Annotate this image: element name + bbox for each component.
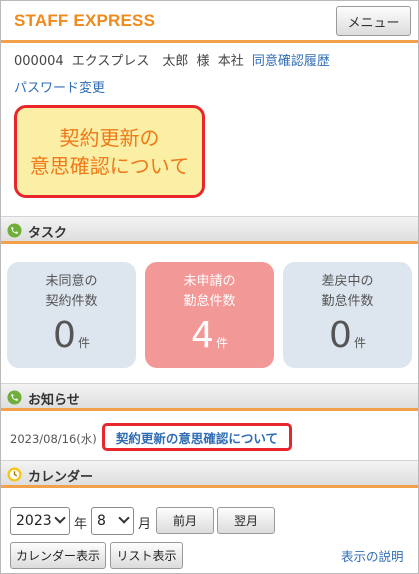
tasks-title: タスク	[28, 226, 68, 241]
banner-line-2: 意思確認について	[29, 153, 190, 178]
user-info: 000004 エクスプレス 太郎 様 本社 同意確認履歴	[14, 50, 334, 69]
card-label-1: 未同意の	[45, 274, 98, 289]
user-honorific: 様	[196, 54, 210, 69]
news-item: 2023/08/16(水) 契約更新の意思確認について	[1, 417, 418, 460]
list-view-button[interactable]: リスト表示	[110, 542, 183, 569]
user-id: 000004	[14, 54, 64, 69]
month-value: 8	[97, 513, 106, 529]
phone-leaf-icon	[7, 223, 22, 238]
user-branch: 本社	[217, 54, 244, 69]
menu-button[interactable]: メニュー	[336, 6, 411, 36]
task-cards: 未同意の 契約件数 0件 未申請の 勤怠件数 4件 差戻中の 勤怠件数 0件	[1, 249, 418, 381]
contract-renewal-banner[interactable]: 契約更新の 意思確認について	[14, 105, 205, 198]
card-label-2: 勤怠件数	[321, 294, 374, 309]
task-card-unsubmitted-attendance[interactable]: 未申請の勤怠件数 4件	[145, 262, 274, 368]
chevron-down-icon	[54, 512, 66, 524]
card-unit: 件	[353, 336, 366, 350]
app-logo[interactable]: STAFF EXPRESS	[14, 11, 155, 31]
task-card-returned-attendance[interactable]: 差戻中の勤怠件数 0件	[283, 262, 412, 368]
display-help-link[interactable]: 表示の説明	[341, 546, 404, 565]
phone-leaf-icon	[7, 390, 22, 405]
user-name: エクスプレス 太郎	[71, 54, 189, 69]
calendar-view-button[interactable]: カレンダー表示	[10, 542, 106, 569]
news-section-header: お知らせ	[1, 383, 418, 411]
tasks-section-header: タスク	[1, 216, 418, 244]
news-title: お知らせ	[28, 393, 80, 408]
news-date: 2023/08/16(水)	[10, 432, 97, 446]
card-count: 0	[53, 315, 76, 356]
calendar-section-header: カレンダー	[1, 460, 418, 488]
chevron-down-icon	[118, 512, 130, 524]
clock-icon	[7, 467, 22, 482]
card-label-2: 勤怠件数	[183, 294, 236, 309]
card-count: 0	[329, 315, 352, 356]
card-unit: 件	[77, 336, 90, 350]
news-link-contract-renewal[interactable]: 契約更新の意思確認について	[102, 423, 292, 451]
card-count: 4	[191, 315, 214, 356]
card-label-2: 契約件数	[45, 294, 98, 309]
calendar-title: カレンダー	[28, 470, 94, 485]
card-unit: 件	[215, 336, 228, 350]
year-unit: 年	[74, 517, 88, 532]
card-label-1: 差戻中の	[321, 274, 374, 289]
month-select[interactable]: 8	[91, 507, 134, 535]
year-select[interactable]: 2023	[10, 507, 70, 535]
prev-month-button[interactable]: 前月	[156, 507, 214, 534]
calendar-controls: 2023 年 8 月 前月 翌月 カレンダー表示 リスト表示 表示の説明	[1, 490, 418, 573]
card-label-1: 未申請の	[183, 274, 236, 289]
next-month-button[interactable]: 翌月	[217, 507, 275, 534]
password-change-link[interactable]: パスワード変更	[14, 77, 105, 96]
year-value: 2023	[16, 513, 52, 529]
task-card-unagreed-contracts[interactable]: 未同意の契約件数 0件	[7, 262, 136, 368]
header-bar: STAFF EXPRESS メニュー	[1, 1, 418, 43]
consent-history-link[interactable]: 同意確認履歴	[252, 54, 330, 69]
banner-line-1: 契約更新の	[59, 125, 160, 150]
month-unit: 月	[138, 517, 152, 532]
